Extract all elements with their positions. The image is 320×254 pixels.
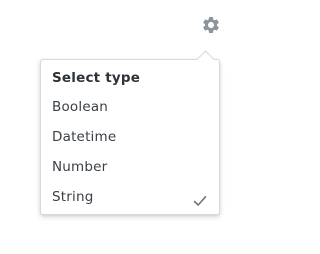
menu-title: Select type: [52, 70, 141, 86]
menu-item-boolean[interactable]: Boolean: [41, 93, 219, 123]
menu-item-string[interactable]: String: [41, 183, 219, 213]
checkmark-icon: [193, 192, 207, 206]
gear-icon[interactable]: [201, 15, 221, 35]
menu-item-label: String: [52, 189, 94, 205]
stage: Select type Boolean Datetime Number Stri…: [0, 0, 266, 254]
menu-item-number[interactable]: Number: [41, 153, 219, 183]
menu-item-label: Datetime: [52, 129, 117, 145]
select-type-dropdown: Select type Boolean Datetime Number Stri…: [40, 59, 220, 215]
menu-item-datetime[interactable]: Datetime: [41, 123, 219, 153]
menu-item-label: Boolean: [52, 99, 109, 115]
menu-item-label: Number: [52, 159, 108, 175]
